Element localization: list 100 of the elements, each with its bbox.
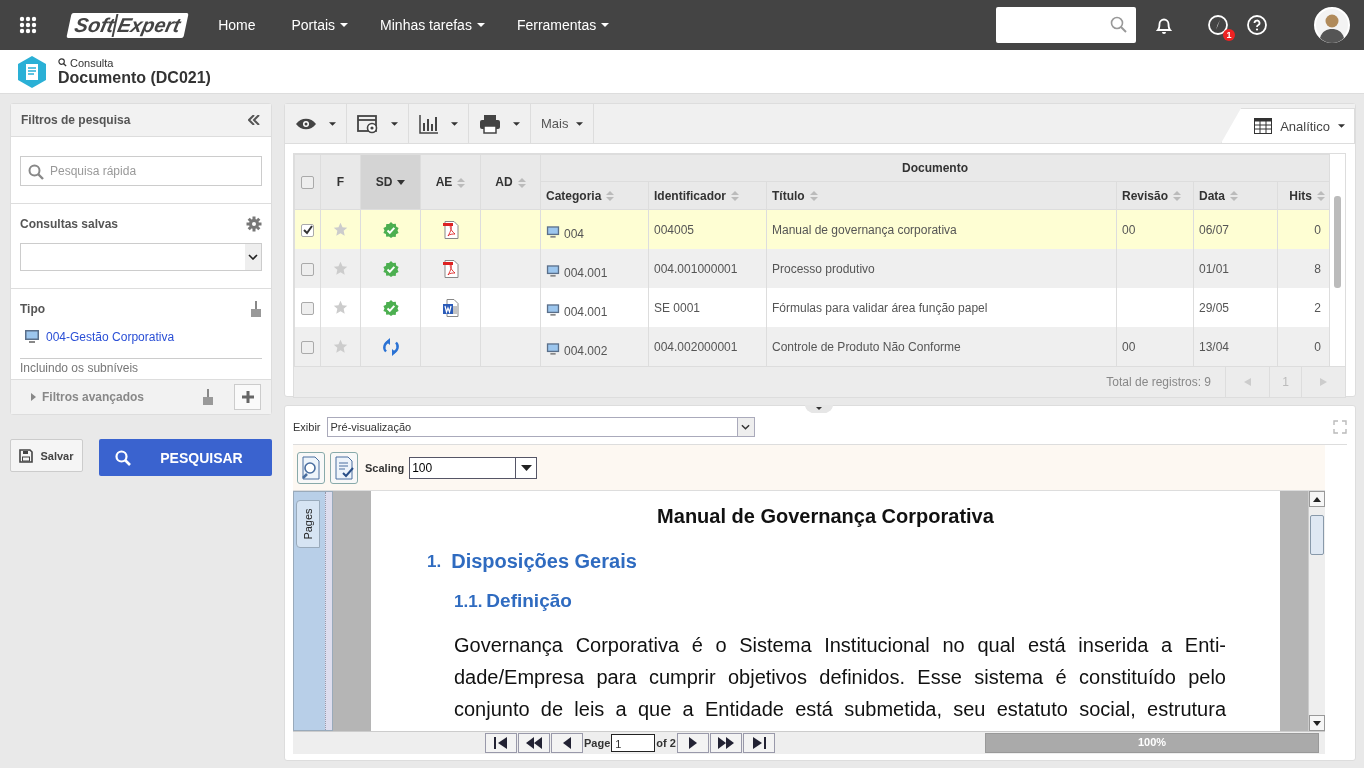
column-header[interactable]: F [320, 154, 361, 210]
row-checkbox[interactable] [301, 223, 314, 237]
monitor-icon [546, 224, 560, 239]
column-header[interactable]: Título [766, 181, 1117, 210]
column-header[interactable]: Revisão [1116, 181, 1194, 210]
broom-icon[interactable] [202, 389, 214, 405]
record-count: Total de registros: 9 [1106, 375, 1211, 389]
table-cell: 004.002000001 [654, 339, 738, 354]
compass-icon[interactable] [1207, 14, 1229, 36]
table-cell-text: 004 [564, 225, 585, 241]
pdf-file-icon[interactable] [442, 220, 459, 239]
view-mode-tab[interactable]: Analítico [1221, 108, 1355, 143]
nav-menu-item[interactable]: Ferramentas [500, 17, 626, 33]
right-arrow-icon [688, 737, 698, 749]
column-header[interactable]: AD [480, 154, 541, 210]
document-title: Manual de Governança Corporativa [656, 505, 995, 528]
caret-icon [329, 121, 336, 126]
column-header[interactable]: AE [420, 154, 481, 210]
table-cell: Manual de governança corporativa [772, 222, 957, 237]
help-icon[interactable] [1246, 14, 1268, 36]
column-header[interactable]: SD [360, 154, 421, 210]
fast-forward-button[interactable] [709, 733, 742, 753]
column-header[interactable]: Categoria [540, 181, 649, 210]
caret-icon [513, 121, 520, 126]
table-cell-text: 004.002 [564, 342, 608, 358]
quick-search-field[interactable]: Pesquisa rápida [20, 156, 262, 186]
nav-menu-item[interactable]: Portais [275, 17, 365, 33]
search-field[interactable] [996, 7, 1136, 43]
apps-menu-icon[interactable] [19, 16, 37, 34]
select-all-checkbox[interactable] [301, 176, 314, 190]
first-page-button[interactable] [485, 733, 517, 753]
sort-descending-icon[interactable] [397, 180, 406, 186]
search-button[interactable]: PESQUISAR [99, 439, 272, 476]
user-avatar[interactable] [1314, 7, 1350, 43]
paragraph-line: dade/Empresa para cumprir objetivos definidos. Esse sistema é constituído pelo [454, 665, 1226, 690]
notification-badge: 1 [1223, 29, 1235, 41]
add-filter-button[interactable] [234, 384, 261, 410]
caret-icon [576, 121, 584, 126]
section-heading: Definição [486, 590, 572, 612]
select-button[interactable] [330, 451, 358, 484]
scroll-down-icon[interactable] [1313, 720, 1321, 726]
save-button[interactable]: Salvar [10, 439, 83, 472]
table-cell: 29/05 [1199, 300, 1230, 315]
monitor-icon [24, 329, 40, 344]
table-cell: 0 [1314, 339, 1321, 354]
scroll-up-icon[interactable] [1313, 496, 1321, 502]
column-header[interactable]: Identificador [648, 181, 767, 210]
row-checkbox[interactable] [301, 262, 314, 276]
nav-menu-item[interactable]: Minhas tarefas [364, 17, 501, 33]
type-link[interactable]: 004-Gestão Corporativa [46, 329, 175, 344]
star-icon[interactable] [333, 261, 348, 277]
collapse-icon[interactable] [248, 115, 260, 125]
column-header[interactable]: Data [1193, 181, 1278, 210]
section-heading: Disposições Gerais [451, 550, 637, 573]
word-file-icon[interactable] [442, 298, 459, 317]
logo[interactable]: SoftExpert [66, 12, 189, 38]
chevron-icon [741, 424, 750, 430]
display-mode-dropdown[interactable]: Pré-visualização [326, 417, 755, 437]
eye-icon [295, 117, 317, 130]
double-left-arrow-icon [525, 737, 543, 749]
scrollbar-thumb[interactable] [1310, 515, 1324, 555]
table-cell: 06/07 [1199, 222, 1230, 237]
bar-chart-icon [419, 113, 439, 134]
previous-page-button[interactable] [551, 733, 583, 753]
find-button[interactable] [297, 451, 325, 484]
pages-tab[interactable]: Pages [296, 500, 320, 548]
scaling-combo-box[interactable]: 100 [409, 456, 538, 479]
star-icon[interactable] [333, 300, 348, 316]
rewind-button[interactable] [518, 733, 550, 753]
paragraph-line: Governança Corporativa é o Sistema Institucional no qual está inserida a Enti- [454, 633, 1226, 658]
table-cell: 0 [1314, 222, 1321, 237]
spreadsheet-icon [1254, 118, 1273, 134]
expand-arrow-icon[interactable] [31, 393, 36, 401]
more-button[interactable]: Mais [531, 104, 595, 143]
table-cell: 00 [1122, 222, 1136, 237]
star-icon[interactable] [333, 339, 348, 355]
next-page-button[interactable] [676, 733, 709, 753]
row-checkbox[interactable] [301, 301, 314, 315]
table-cell: 01/01 [1199, 261, 1230, 276]
window-eye-icon [357, 113, 379, 134]
table-cell: Controle de Produto Não Conforme [772, 339, 961, 354]
search-icon [1110, 16, 1128, 34]
settings-icon[interactable] [246, 216, 262, 232]
column-group-header: Documento [540, 154, 1330, 182]
scrollbar-thumb[interactable] [1334, 196, 1341, 288]
row-checkbox[interactable] [301, 340, 314, 354]
chevron-icon [248, 254, 258, 260]
broom-icon[interactable] [250, 301, 262, 317]
resize-handle[interactable] [804, 405, 834, 413]
nav-menu-item[interactable]: Home [202, 17, 272, 33]
page-input[interactable]: 1 [611, 734, 656, 752]
page-title: Documento (DC021) [58, 68, 211, 87]
star-icon[interactable] [333, 222, 348, 238]
last-page-button[interactable] [742, 733, 775, 753]
monitor-icon [546, 263, 560, 278]
caret-icon [1338, 124, 1345, 128]
scrollbar[interactable] [1308, 491, 1325, 731]
pdf-file-icon[interactable] [442, 259, 459, 278]
breadcrumb: Consulta [70, 56, 114, 69]
splitter[interactable] [325, 492, 332, 730]
